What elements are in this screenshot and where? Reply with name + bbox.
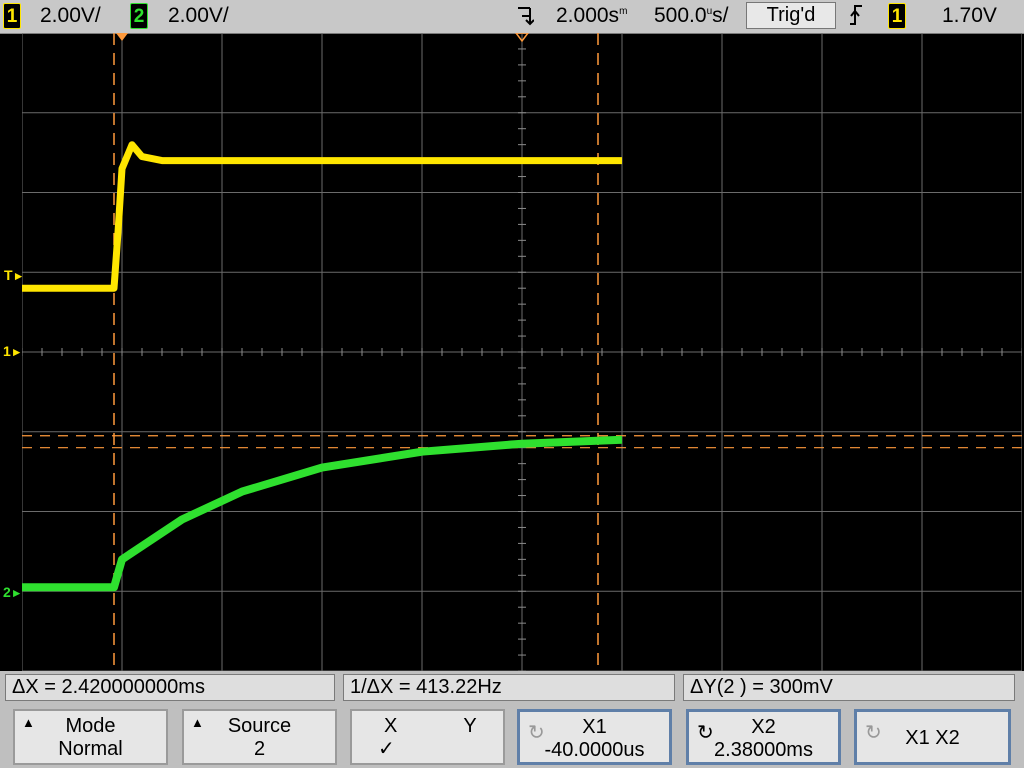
status-bar: 1 2.00V/ 2 2.00V/ 2.000sm 500.0us/ Trig'…	[0, 0, 1024, 34]
waveform-display[interactable]	[22, 33, 1022, 671]
channel-1-indicator[interactable]: 1	[3, 3, 21, 29]
x1-x2-cursor-softkey[interactable]: ↻ X1 X2	[854, 709, 1011, 765]
x2-cursor-softkey[interactable]: ↻ X2 2.38000ms	[686, 709, 841, 765]
x1-cursor-softkey[interactable]: ↻ X1 -40.0000us	[517, 709, 672, 765]
channel-1-ground-marker: 1►	[3, 343, 23, 359]
trigger-level[interactable]: 1.70V	[942, 3, 997, 29]
trigger-source-indicator[interactable]: 1	[888, 3, 906, 29]
delta-y-readout: ΔY(2 ) = 300mV	[683, 674, 1015, 701]
delta-x-readout: ΔX = 2.420000000ms	[5, 674, 335, 701]
channel-2-ground-marker: 2►	[3, 584, 23, 600]
rising-edge-icon	[848, 2, 864, 35]
checkmark-icon: ✓	[378, 738, 395, 760]
trigger-status: Trig'd	[746, 2, 836, 29]
measurement-panel: ΔX = 2.420000000ms 1/ΔX = 413.22Hz ΔY(2 …	[0, 671, 1024, 768]
xy-softkey[interactable]: XY ✓	[350, 709, 505, 765]
channel-1-scale[interactable]: 2.00V/	[40, 3, 101, 29]
inverse-delta-x-readout: 1/ΔX = 413.22Hz	[343, 674, 675, 701]
timebase-readout[interactable]: 500.0us/	[654, 3, 728, 29]
graticule	[22, 33, 1022, 671]
delay-marker-icon	[516, 6, 535, 35]
mode-softkey[interactable]: ▲ Mode Normal	[13, 709, 168, 765]
channel-2-indicator[interactable]: 2	[130, 3, 148, 29]
source-softkey[interactable]: ▲ Source 2	[182, 709, 337, 765]
trigger-position-marker	[116, 33, 128, 41]
channel-2-scale[interactable]: 2.00V/	[168, 3, 229, 29]
delay-readout[interactable]: 2.000sm	[556, 3, 627, 29]
